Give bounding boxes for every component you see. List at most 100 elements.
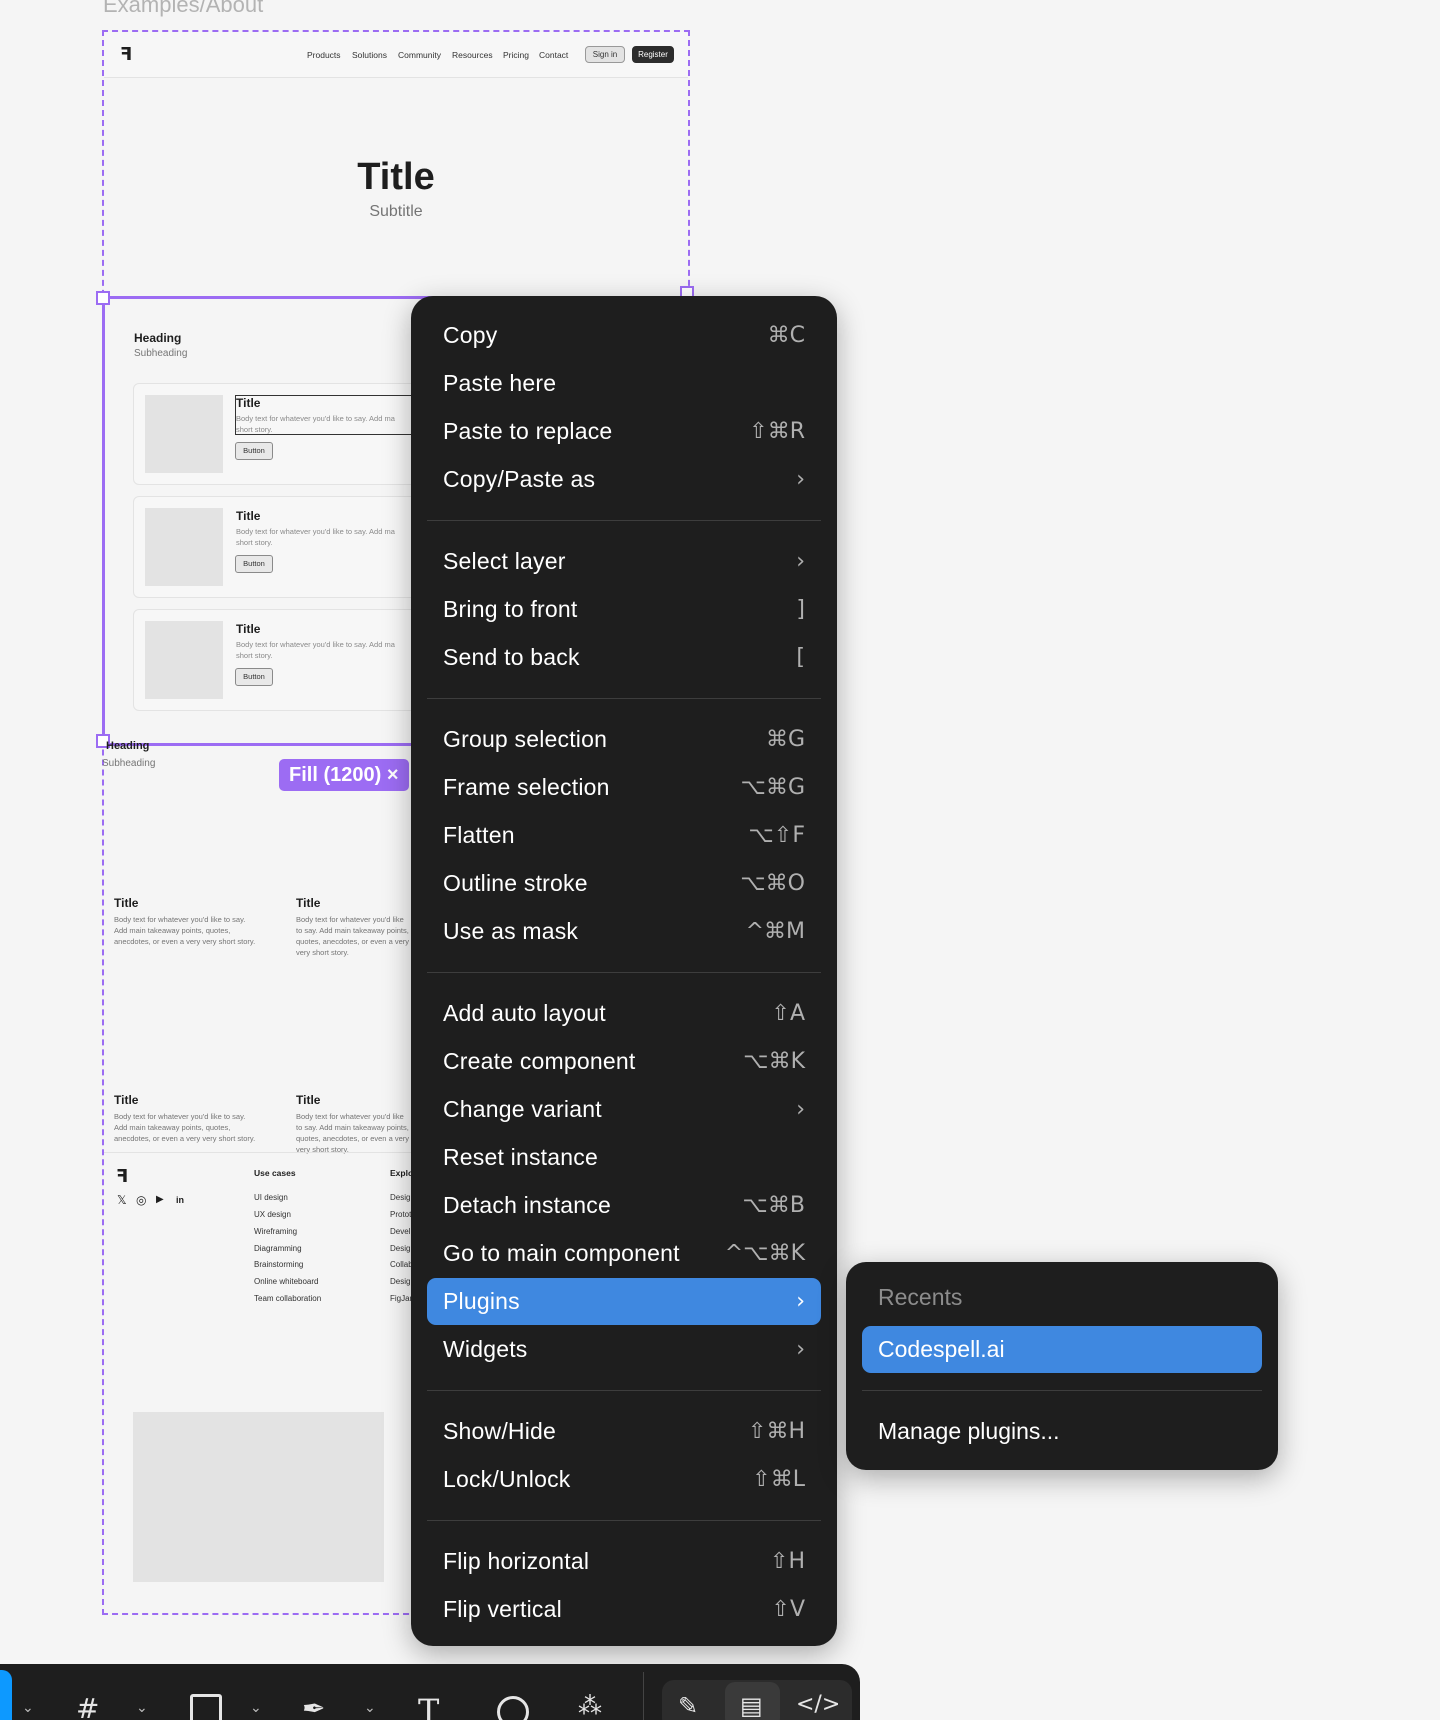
chevron-right-icon: › [796, 1097, 805, 1122]
grid-item-title: Title [296, 1093, 321, 1107]
menu-divider [427, 520, 821, 521]
footer-link[interactable]: Diagramming [254, 1244, 302, 1253]
register-button[interactable]: Register [632, 46, 674, 63]
footer-link[interactable]: Team collaboration [254, 1294, 321, 1303]
hero-subtitle: Subtitle [369, 203, 423, 220]
draw-mode-icon[interactable]: ✎ [678, 1692, 698, 1720]
menu-item-widgets[interactable]: Widgets › [427, 1326, 821, 1373]
section-heading: Heading [106, 740, 150, 752]
menu-item-add-auto-layout[interactable]: Add auto layout ⇧A [427, 990, 821, 1037]
card-button[interactable]: Button [235, 555, 273, 573]
grid-item-body: Body text for whatever you'd like to say… [114, 1112, 256, 1143]
grid-item-body: Body text for whatever you'd like to say… [296, 915, 409, 957]
chevron-down-icon[interactable]: ⌄ [22, 1700, 34, 1716]
menu-item-send-to-back[interactable]: Send to back[ [427, 634, 821, 681]
grid-item-body: Body text for whatever you'd like to say… [114, 915, 256, 946]
manage-plugins-item[interactable]: Manage plugins... [862, 1408, 1262, 1455]
menu-item-flip-vertical[interactable]: Flip vertical ⇧V [427, 1586, 821, 1633]
card-button[interactable]: Button [235, 668, 273, 686]
card-body: Body text for whatever you'd like to say… [236, 640, 395, 660]
text-icon[interactable]: T [418, 1692, 439, 1720]
menu-item-use-as-mask[interactable]: Use as mask ^⌘M [427, 908, 821, 955]
menu-divider [427, 972, 821, 973]
fill-size-badge[interactable]: Fill (1200) × [279, 759, 409, 791]
frame-label[interactable]: Examples/About [103, 0, 263, 18]
linkedin-icon[interactable]: in [176, 1195, 184, 1205]
card-button[interactable]: Button [235, 442, 273, 460]
hero-title: Title [357, 156, 435, 198]
menu-item-create-component[interactable]: Create component ⌥⌘K [427, 1038, 821, 1085]
design-mode-icon[interactable]: ▤ [740, 1692, 763, 1720]
menu-item-go-to-main-component[interactable]: Go to main component ^⌥⌘K [427, 1230, 821, 1277]
sign-in-button[interactable]: Sign in [585, 46, 625, 63]
menu-divider [862, 1390, 1262, 1391]
chevron-right-icon: › [796, 467, 805, 492]
figma-logo-icon: ꟻ [120, 44, 133, 65]
menu-item-lock-unlock[interactable]: Lock/Unlock ⇧⌘L [427, 1456, 821, 1503]
menu-item-outline-stroke[interactable]: Outline stroke ⌥⌘O [427, 860, 821, 907]
pen-icon[interactable]: ✒ [302, 1692, 325, 1720]
nav-link-pricing[interactable]: Pricing [503, 50, 529, 60]
chevron-down-icon[interactable]: ⌄ [364, 1700, 376, 1716]
dev-mode-icon[interactable]: </> [796, 1692, 840, 1717]
rectangle-icon[interactable] [190, 1694, 222, 1720]
footer-link[interactable]: UX design [254, 1210, 291, 1219]
footer-link[interactable]: Online whiteboard [254, 1277, 318, 1286]
footer-link[interactable]: Desig [390, 1193, 410, 1202]
menu-item-change-variant[interactable]: Change variant › [427, 1086, 821, 1133]
menu-item-copy[interactable]: Copy ⌘C [427, 312, 821, 359]
frame-icon[interactable]: # [76, 1692, 99, 1720]
menu-item-frame-selection[interactable]: Frame selection ⌥⌘G [427, 764, 821, 811]
menu-item-detach-instance[interactable]: Detach instance ⌥⌘B [427, 1182, 821, 1229]
youtube-icon[interactable]: ▶ [156, 1194, 164, 1205]
resize-handle-top-left[interactable] [96, 291, 110, 305]
footer-link[interactable]: Brainstorming [254, 1260, 303, 1269]
footer-column-heading: Use cases [254, 1168, 296, 1178]
card-image [145, 395, 223, 473]
nav-link-community[interactable]: Community [398, 50, 441, 60]
menu-item-paste-to-replace[interactable]: Paste to replace ⇧⌘R [427, 408, 821, 455]
assets-icon[interactable]: ⁂ [578, 1692, 602, 1720]
footer-link[interactable]: Collab [390, 1260, 413, 1269]
chevron-down-icon[interactable]: ⌄ [136, 1700, 148, 1716]
plugin-item-codespell[interactable]: Codespell.ai [862, 1326, 1262, 1373]
footer-divider [104, 1152, 414, 1153]
menu-item-show-hide[interactable]: Show/Hide ⇧⌘H [427, 1408, 821, 1455]
chevron-down-icon[interactable]: ⌄ [250, 1700, 262, 1716]
footer-link[interactable]: Desig [390, 1244, 410, 1253]
menu-item-flip-horizontal[interactable]: Flip horizontal ⇧H [427, 1538, 821, 1585]
move-tool-button[interactable] [0, 1670, 12, 1720]
chevron-right-icon: › [796, 1337, 805, 1362]
nav-link-resources[interactable]: Resources [452, 50, 493, 60]
x-icon[interactable]: 𝕏 [117, 1193, 127, 1207]
nav-link-solutions[interactable]: Solutions [352, 50, 387, 60]
grid-item-title: Title [114, 1093, 139, 1107]
card-title: Title [236, 396, 261, 410]
instagram-icon[interactable]: ◎ [136, 1193, 146, 1207]
menu-item-paste-here[interactable]: Paste here [427, 360, 821, 407]
menu-item-select-layer[interactable]: Select layer › [427, 538, 821, 585]
menu-item-copy-paste-as[interactable]: Copy/Paste as › [427, 456, 821, 503]
grid-item-title: Title [114, 896, 139, 910]
footer-link[interactable]: Wireframing [254, 1227, 297, 1236]
footer-link[interactable]: Devel [390, 1227, 410, 1236]
footer-link[interactable]: Protot [390, 1210, 411, 1219]
footer-link[interactable]: Desig [390, 1277, 410, 1286]
card-image [145, 621, 223, 699]
menu-item-plugins[interactable]: Plugins › [427, 1278, 821, 1325]
nav-link-products[interactable]: Products [307, 50, 341, 60]
menu-divider [427, 1390, 821, 1391]
footer-link[interactable]: FigJar [390, 1294, 412, 1303]
menu-divider [427, 698, 821, 699]
menu-item-flatten[interactable]: Flatten ⌥⇧F [427, 812, 821, 859]
chevron-right-icon: › [796, 549, 805, 574]
nav-link-contact[interactable]: Contact [539, 50, 568, 60]
section-subheading: Subheading [102, 758, 156, 769]
menu-item-reset-instance[interactable]: Reset instance [427, 1134, 821, 1181]
grid-item-body: Body text for whatever you'd like to say… [296, 1112, 409, 1154]
footer-link[interactable]: UI design [254, 1193, 288, 1202]
menu-item-group-selection[interactable]: Group selection ⌘G [427, 716, 821, 763]
comment-icon[interactable] [497, 1696, 529, 1720]
card-body: Body text for whatever you'd like to say… [236, 527, 395, 547]
menu-item-bring-to-front[interactable]: Bring to front] [427, 586, 821, 633]
